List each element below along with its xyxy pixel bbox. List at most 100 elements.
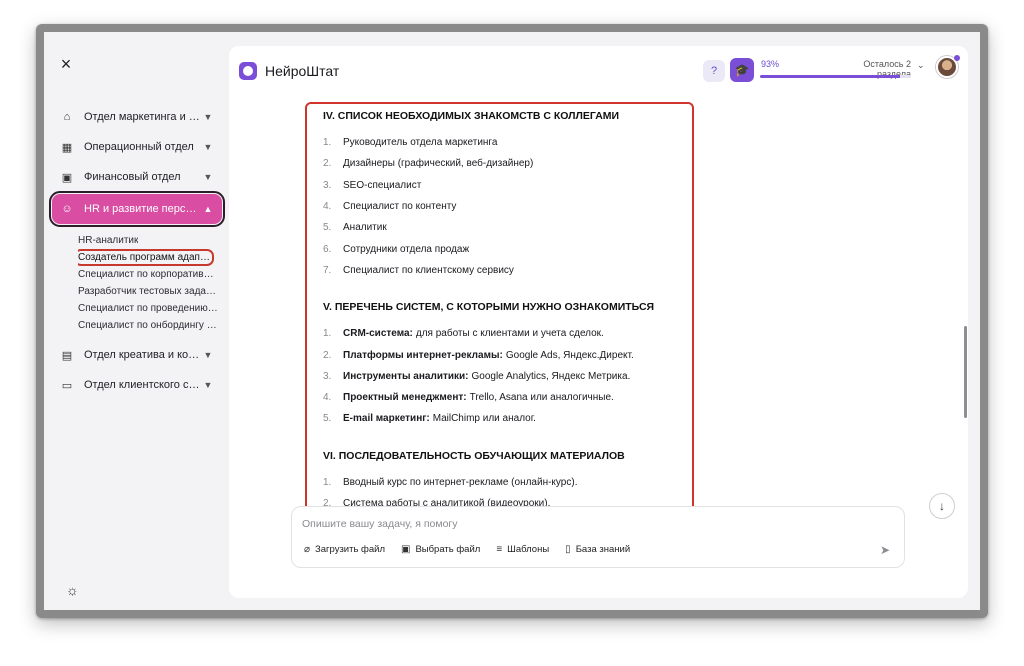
section-list: 1. CRM-система: для работы с клиентами и у… xyxy=(323,323,682,429)
chevron-down-icon[interactable]: ▼ xyxy=(202,380,214,390)
message-composer: ⌀ Загрузить файл ▣ Выбрать файл ≡ Шаблон… xyxy=(291,506,905,568)
section-title: VI. ПОСЛЕДОВАТЕЛЬНОСТЬ ОБУЧАЮЩИХ МАТЕРИА… xyxy=(323,449,625,462)
sidebar-item-hr[interactable]: ☺ HR и развитие персона... ▲ xyxy=(49,191,225,227)
sub-item-test-task-developer[interactable]: Разработчик тестовых заданий xyxy=(78,283,222,300)
sidebar-item-label: Финансовый отдел xyxy=(84,171,181,183)
list-item: 1. CRM-система: для работы с клиентами и у… xyxy=(323,323,682,344)
list-number: 2. xyxy=(323,349,332,361)
section-title: IV. СПИСОК НЕОБХОДИМЫХ ЗНАКОМСТВ С КОЛЛЕ… xyxy=(323,110,620,122)
list-item-term: CRM-система: xyxy=(343,328,413,340)
list-item: 7. Специалист по клиентскому сервису xyxy=(323,260,682,281)
sun-icon[interactable]: ☼ xyxy=(66,582,79,598)
brand-name: НейроШтат xyxy=(265,63,340,79)
list-number: 1. xyxy=(323,476,332,488)
list-item-text: для работы с клиентами и учета сделок. xyxy=(415,328,604,340)
sidebar-item-label: Отдел маркетинга и пр... xyxy=(84,111,202,123)
scroll-down-button[interactable]: ↓ xyxy=(929,493,955,519)
composer-toolbar: ⌀ Загрузить файл ▣ Выбрать файл ≡ Шаблон… xyxy=(304,544,646,555)
list-number: 1. xyxy=(323,328,332,340)
chevron-down-icon[interactable]: ▼ xyxy=(202,112,214,122)
list-item: 5. Аналитик xyxy=(323,217,682,238)
window-frame: × ⌂ Отдел маркетинга и пр... ▼ ▦ Операци… xyxy=(36,24,988,618)
sidebar-item-operations[interactable]: ▦ Операционный отдел ▼ xyxy=(52,132,222,162)
chevron-down-icon[interactable]: ▼ xyxy=(202,142,214,152)
document-section: V. ПЕРЕЧЕНЬ СИСТЕМ, С КОТОРЫМИ НУЖНО ОЗН… xyxy=(323,301,682,429)
list-item: 1. Руководитель отдела маркетинга xyxy=(323,132,682,153)
close-icon[interactable]: × xyxy=(56,54,76,74)
main-panel: НейроШтат ? 🎓 93% Осталось 2 раздела ⌄ I… xyxy=(229,46,968,598)
chevron-down-icon[interactable]: ⌄ xyxy=(917,60,925,71)
templates-button[interactable]: ≡ Шаблоны xyxy=(496,544,549,555)
list-number: 4. xyxy=(323,201,332,213)
notification-dot xyxy=(954,55,960,61)
sidebar-item-label: Отдел креатива и ком... xyxy=(84,349,202,361)
list-number: 4. xyxy=(323,392,332,404)
sub-item-hr-analyst[interactable]: HR-аналитик xyxy=(78,232,222,249)
help-icon[interactable]: ? xyxy=(703,60,725,82)
list-number: 2. xyxy=(323,158,332,170)
list-number: 6. xyxy=(323,243,332,255)
sub-item-corporate-specialist[interactable]: Специалист по корпоративно... xyxy=(78,266,222,283)
list-item: 2. Дизайнеры (графический, веб-дизайнер) xyxy=(323,153,682,174)
list-item: 1. Вводный курс по интернет-рекламе (онла… xyxy=(323,472,682,493)
tool-label: Загрузить файл xyxy=(315,544,385,555)
list-number: 5. xyxy=(323,413,332,425)
progress-percent: 93% xyxy=(761,59,780,69)
list-item-term: Платформы интернет-рекламы: xyxy=(343,349,503,361)
list-item-text: Trello, Asana или аналогичные. xyxy=(469,392,614,404)
tool-label: Выбрать файл xyxy=(415,544,481,555)
list-item-text: Аналитик xyxy=(343,222,387,234)
scrollbar[interactable] xyxy=(964,326,967,418)
list-item: 4. Проектный менеджмент: Trello, Asana или… xyxy=(323,387,682,408)
sidebar-nav: ⌂ Отдел маркетинга и пр... ▼ ▦ Операцион… xyxy=(49,102,225,400)
list-item-text: Специалист по контенту xyxy=(343,201,457,213)
list-number: 7. xyxy=(323,264,332,276)
chevron-down-icon[interactable]: ▼ xyxy=(202,172,214,182)
list-item-term: E-mail маркетинг: xyxy=(343,413,430,425)
sidebar-item-creative[interactable]: ▤ Отдел креатива и ком... ▼ xyxy=(52,340,222,370)
template-icon: ≡ xyxy=(496,544,503,555)
sidebar-item-client-service[interactable]: ▭ Отдел клиентского сер... ▼ xyxy=(52,370,222,400)
paperclip-icon: ⌀ xyxy=(304,544,311,555)
sub-item-conducting-specialist[interactable]: Специалист по проведению с... xyxy=(78,300,222,317)
task-input[interactable] xyxy=(302,515,882,533)
knowledge-base-button[interactable]: ▯ База знаний xyxy=(565,544,630,555)
chat-icon: ▤ xyxy=(61,349,73,362)
store-icon: ⌂ xyxy=(63,111,71,123)
logo-icon xyxy=(239,62,257,80)
list-number: 3. xyxy=(323,179,332,191)
sidebar-item-label: Операционный отдел xyxy=(84,141,194,153)
sidebar-item-marketing[interactable]: ⌂ Отдел маркетинга и пр... ▼ xyxy=(52,102,222,132)
list-item-term: Инструменты аналитики: xyxy=(343,370,469,382)
chevron-up-icon[interactable]: ▲ xyxy=(202,204,214,214)
list-item-text: Специалист по клиентскому сервису xyxy=(343,264,514,276)
app-window: × ⌂ Отдел маркетинга и пр... ▼ ▦ Операци… xyxy=(44,32,980,610)
list-item-text: MailChimp или аналог. xyxy=(432,413,536,425)
hr-sub-list: HR-аналитик Создатель программ адаптац..… xyxy=(52,226,222,340)
chevron-down-icon[interactable]: ▼ xyxy=(202,350,214,360)
sub-item-onboarding-specialist[interactable]: Специалист по онбордингу со... xyxy=(78,317,222,334)
sub-item-adaptation-creator[interactable]: Создатель программ адаптац... xyxy=(78,249,222,266)
document-section: IV. СПИСОК НЕОБХОДИМЫХ ЗНАКОМСТВ С КОЛЛЕ… xyxy=(323,110,682,281)
list-item: 2. Платформы интернет-рекламы: Google Ads,… xyxy=(323,344,682,365)
list-number: 5. xyxy=(323,222,332,234)
image-file-icon: ▣ xyxy=(401,544,411,555)
list-number: 1. xyxy=(323,137,332,149)
list-item-term: Проектный менеджмент: xyxy=(343,392,467,404)
id-card-icon: ▭ xyxy=(61,379,73,392)
top-header: НейроШтат ? 🎓 93% Осталось 2 раздела ⌄ xyxy=(229,46,968,92)
send-icon[interactable]: ➤ xyxy=(880,543,890,557)
upload-file-button[interactable]: ⌀ Загрузить файл xyxy=(304,544,385,555)
graduation-cap-icon[interactable]: 🎓 xyxy=(730,58,754,82)
section-title: V. ПЕРЕЧЕНЬ СИСТЕМ, С КОТОРЫМИ НУЖНО ОЗН… xyxy=(323,301,655,314)
list-item: 6. Сотрудники отдела продаж xyxy=(323,238,682,259)
select-file-button[interactable]: ▣ Выбрать файл xyxy=(401,544,480,555)
wallet-icon: ▣ xyxy=(61,171,73,184)
sidebar-item-label: HR и развитие персона... xyxy=(84,203,202,215)
document-content: IV. СПИСОК НЕОБХОДИМЫХ ЗНАКОМСТВ С КОЛЛЕ… xyxy=(305,102,694,547)
book-icon: ▯ xyxy=(565,544,571,555)
sidebar-item-finance[interactable]: ▣ Финансовый отдел ▼ xyxy=(52,162,222,192)
list-item-text: Дизайнеры (графический, веб-дизайнер) xyxy=(343,158,534,170)
users-icon: ☺ xyxy=(61,203,73,215)
list-item-text: SEO-специалист xyxy=(343,179,422,191)
